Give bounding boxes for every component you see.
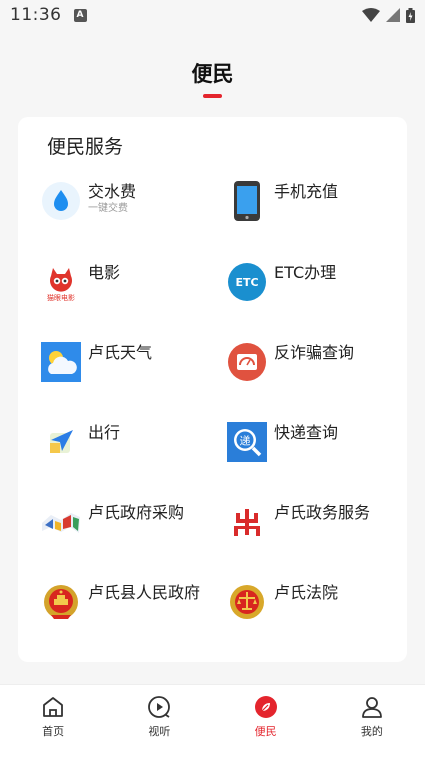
nav-label: 便民 bbox=[254, 725, 277, 738]
service-court[interactable]: 卢氏法院 bbox=[227, 582, 407, 642]
nav-convenience[interactable]: 便民 bbox=[213, 685, 319, 757]
service-label: 卢氏政府采购 bbox=[88, 503, 185, 522]
nav-label: 视听 bbox=[148, 725, 171, 738]
express-icon: 递 bbox=[227, 422, 267, 462]
battery-icon bbox=[406, 7, 415, 23]
etc-logo-text: ETC bbox=[235, 276, 258, 289]
court-emblem-icon bbox=[227, 582, 267, 622]
bottom-nav: 首页 视听 便民 我的 bbox=[0, 684, 425, 757]
nav-label: 我的 bbox=[360, 725, 383, 738]
water-drop-icon bbox=[41, 181, 81, 221]
notification-a-icon: A bbox=[73, 8, 87, 22]
service-label: 卢氏天气 bbox=[88, 343, 153, 362]
play-icon bbox=[148, 696, 171, 718]
wifi-icon bbox=[362, 8, 380, 22]
service-label: 出行 bbox=[88, 423, 121, 442]
service-county-gov[interactable]: 卢氏县人民政府 bbox=[41, 582, 221, 642]
home-icon bbox=[43, 697, 64, 717]
maoyan-logo-text: 猫眼电影 bbox=[47, 293, 75, 302]
service-label: 卢氏政务服务 bbox=[274, 503, 371, 522]
service-label: 卢氏法院 bbox=[274, 583, 339, 602]
nav-label: 首页 bbox=[42, 725, 65, 738]
status-bar: 11:36 A bbox=[0, 0, 425, 30]
express-logo-text: 递 bbox=[240, 434, 251, 448]
service-label: 卢氏县人民政府 bbox=[88, 583, 201, 602]
convenience-icon bbox=[254, 696, 277, 718]
travel-icon bbox=[41, 422, 81, 462]
phone-icon bbox=[227, 181, 267, 221]
card-title: 便民服务 bbox=[47, 136, 124, 158]
service-etc[interactable]: ETC ETC办理 bbox=[227, 262, 407, 322]
service-water-fee[interactable]: 交水费 一键交费 bbox=[41, 181, 221, 241]
user-icon bbox=[361, 697, 382, 718]
service-label: 交水费 bbox=[88, 182, 137, 201]
anti-fraud-icon bbox=[227, 342, 267, 382]
service-travel[interactable]: 出行 bbox=[41, 422, 221, 482]
service-weather[interactable]: 卢氏天气 bbox=[41, 342, 221, 402]
status-right bbox=[362, 7, 415, 23]
service-movie[interactable]: 猫眼电影 电影 bbox=[41, 262, 221, 322]
service-phone-topup[interactable]: 手机充值 bbox=[227, 181, 407, 241]
service-label: ETC办理 bbox=[274, 263, 337, 282]
service-label: 快递查询 bbox=[274, 423, 339, 442]
service-label: 手机充值 bbox=[274, 182, 339, 201]
etc-icon: ETC bbox=[227, 262, 267, 302]
signal-icon bbox=[386, 8, 400, 22]
service-procurement[interactable]: 卢氏政府采购 bbox=[41, 502, 221, 562]
status-time: 11:36 bbox=[10, 5, 62, 25]
services-card: 便民服务 交水费 一键交费 手机充值 猫眼电影 电影 ETC ETC办理 卢氏天… bbox=[18, 117, 407, 662]
procurement-icon bbox=[41, 502, 81, 542]
page-title: 便民 bbox=[191, 62, 234, 86]
service-anti-fraud[interactable]: 反诈骗查询 bbox=[227, 342, 407, 402]
service-gov-affairs[interactable]: 卢氏政务服务 bbox=[227, 502, 407, 562]
nav-media[interactable]: 视听 bbox=[106, 685, 212, 757]
service-label: 电影 bbox=[88, 263, 121, 282]
national-emblem-icon bbox=[41, 582, 81, 622]
service-express[interactable]: 递 快递查询 bbox=[227, 422, 407, 482]
nav-home[interactable]: 首页 bbox=[0, 685, 106, 757]
title-underline bbox=[203, 94, 222, 98]
nav-mine[interactable]: 我的 bbox=[319, 685, 425, 757]
weather-icon bbox=[41, 342, 81, 382]
maoyan-movie-icon: 猫眼电影 bbox=[41, 262, 81, 302]
gov-service-icon bbox=[227, 502, 267, 542]
service-label: 反诈骗查询 bbox=[274, 343, 355, 362]
service-sublabel: 一键交费 bbox=[88, 203, 128, 214]
